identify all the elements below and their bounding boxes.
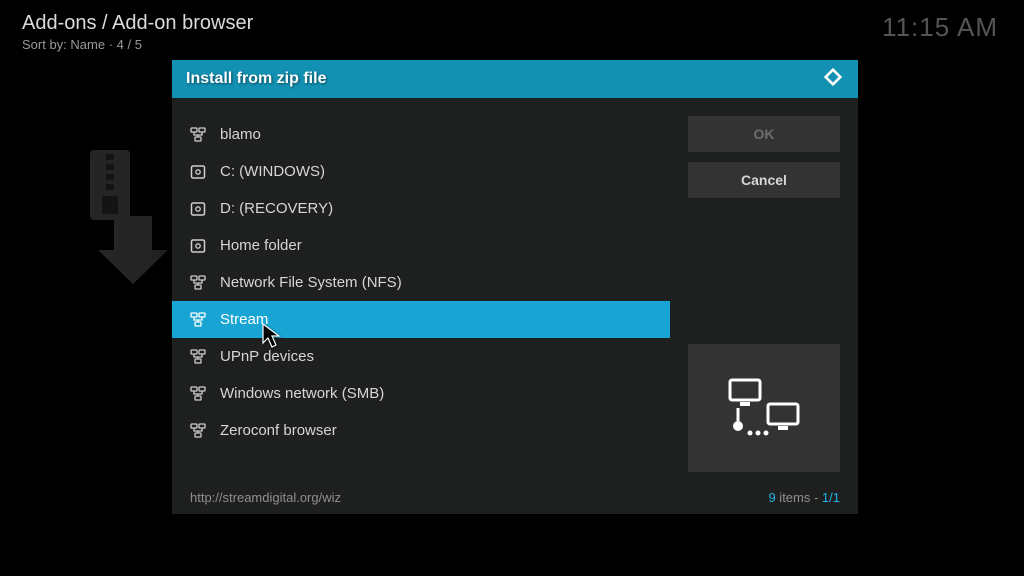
zip-download-icon [84, 146, 168, 286]
breadcrumb: Add-ons / Add-on browser [22, 12, 253, 35]
kodi-logo-icon [822, 66, 844, 93]
network-icon [190, 275, 206, 291]
file-item[interactable]: Stream [172, 301, 670, 338]
ok-button[interactable]: OK [688, 116, 840, 152]
file-item[interactable]: Zeroconf browser [172, 412, 670, 449]
network-icon [190, 423, 206, 439]
file-item[interactable]: Windows network (SMB) [172, 375, 670, 412]
file-item-label: C: (WINDOWS) [220, 163, 325, 180]
footer-item-count: 9 items - 1/1 [768, 490, 840, 505]
cancel-button[interactable]: Cancel [688, 162, 840, 198]
file-item-label: D: (RECOVERY) [220, 200, 333, 217]
file-item-label: Windows network (SMB) [220, 385, 384, 402]
network-icon [190, 127, 206, 143]
file-item[interactable]: Network File System (NFS) [172, 264, 670, 301]
file-item-label: blamo [220, 126, 261, 143]
file-item[interactable]: C: (WINDOWS) [172, 153, 670, 190]
file-item[interactable]: blamo [172, 116, 670, 153]
dialog-header: Install from zip file [172, 60, 858, 98]
file-item[interactable]: UPnP devices [172, 338, 670, 375]
file-item-label: Stream [220, 311, 268, 328]
network-icon [190, 349, 206, 365]
network-icon [190, 312, 206, 328]
disk-icon [190, 201, 206, 217]
sort-line: Sort by: Name · 4 / 5 [22, 37, 253, 52]
file-item-label: Home folder [220, 237, 302, 254]
disk-icon [190, 164, 206, 180]
file-item-label: Network File System (NFS) [220, 274, 402, 291]
network-icon [190, 386, 206, 402]
footer-path: http://streamdigital.org/wiz [190, 490, 341, 505]
preview-thumbnail [688, 344, 840, 472]
file-item[interactable]: D: (RECOVERY) [172, 190, 670, 227]
dialog-title: Install from zip file [186, 70, 822, 88]
file-list[interactable]: blamo C: (WINDOWS) D: (RECOVERY) Home folde… [172, 116, 670, 480]
disk-icon [190, 238, 206, 254]
install-zip-dialog: Install from zip file blamo C: (WINDOWS) D… [172, 60, 858, 514]
clock: 11:15 AM [882, 12, 998, 43]
file-item[interactable]: Home folder [172, 227, 670, 264]
file-item-label: Zeroconf browser [220, 422, 337, 439]
file-item-label: UPnP devices [220, 348, 314, 365]
